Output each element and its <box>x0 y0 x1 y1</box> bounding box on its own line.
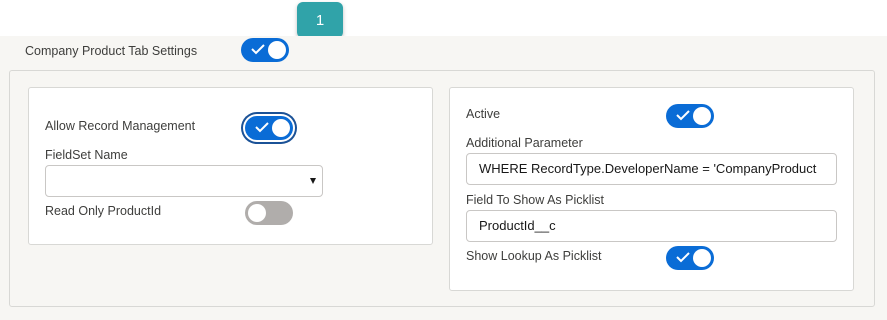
read-only-productid-toggle[interactable] <box>245 201 293 225</box>
toggle-knob <box>268 41 286 59</box>
allow-record-management-label: Allow Record Management <box>45 119 196 133</box>
field-to-show-value: ProductId__c <box>479 218 556 233</box>
field-to-show-input[interactable]: ProductId__c <box>466 210 837 242</box>
check-icon <box>255 122 269 133</box>
check-icon <box>251 44 265 55</box>
additional-parameter-label: Additional Parameter <box>466 136 583 150</box>
show-lookup-toggle[interactable] <box>666 246 714 270</box>
caret-down-icon <box>310 178 316 184</box>
callout-badge: 1 <box>297 2 343 38</box>
additional-parameter-value: WHERE RecordType.DeveloperName = 'Compan… <box>479 161 817 176</box>
read-only-productid-label: Read Only ProductId <box>45 204 162 218</box>
fieldset-name-select[interactable] <box>45 165 323 197</box>
field-to-show-label: Field To Show As Picklist <box>466 193 605 207</box>
callout-number: 1 <box>315 11 325 29</box>
check-icon <box>676 110 690 121</box>
show-lookup-label: Show Lookup As Picklist <box>466 249 602 263</box>
active-toggle[interactable] <box>666 104 714 128</box>
check-icon <box>676 252 690 263</box>
toggle-knob <box>693 107 711 125</box>
toggle-knob <box>248 204 266 222</box>
fieldset-name-label: FieldSet Name <box>45 148 128 162</box>
tab-settings-toggle[interactable] <box>241 38 289 62</box>
tab-settings-label: Company Product Tab Settings <box>25 44 198 58</box>
toggle-knob <box>693 249 711 267</box>
active-label: Active <box>466 107 501 121</box>
allow-record-management-toggle[interactable] <box>245 116 293 140</box>
toggle-knob <box>272 119 290 137</box>
additional-parameter-input[interactable]: WHERE RecordType.DeveloperName = 'Compan… <box>466 153 837 185</box>
